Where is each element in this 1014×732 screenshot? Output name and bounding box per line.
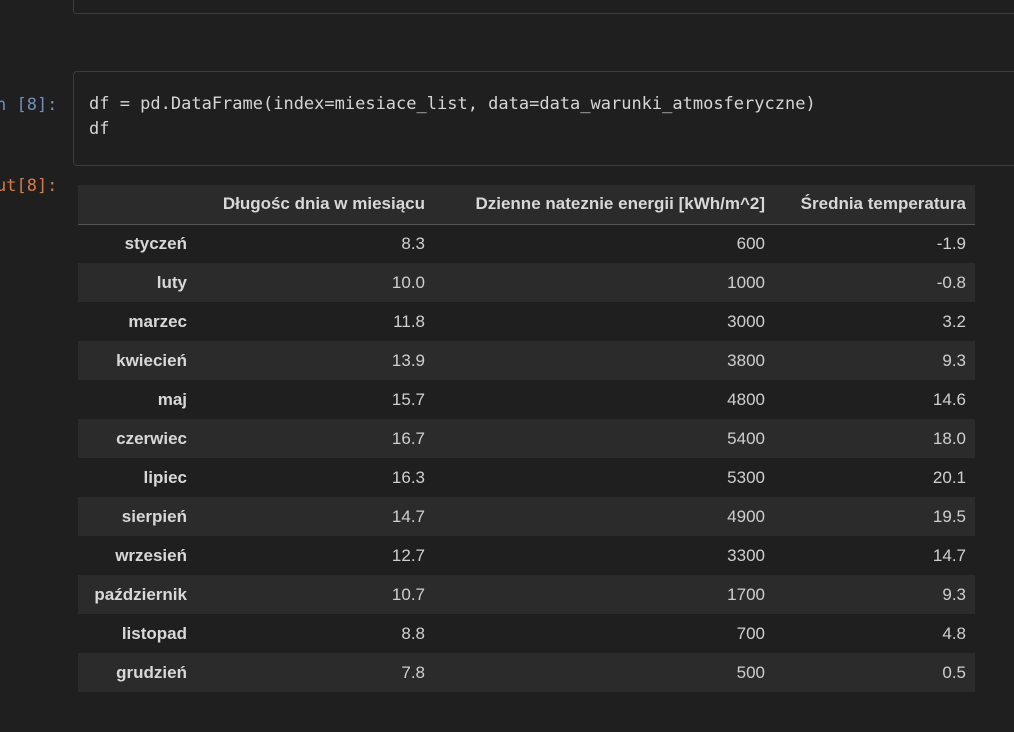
table-header-row: Długośc dnia w miesiącu Dzienne nateznie… xyxy=(78,185,975,225)
column-header: Długośc dnia w miesiącu xyxy=(196,185,434,225)
table-row: lipiec 16.3 5300 20.1 xyxy=(78,458,975,497)
code-line-2[interactable]: df xyxy=(89,119,109,139)
table-cell: 10.0 xyxy=(391,272,425,292)
table-cell: 5400 xyxy=(727,428,765,448)
row-index-label: luty xyxy=(156,272,187,292)
table-cell: 5300 xyxy=(727,467,765,487)
dataframe-table: Długośc dnia w miesiącu Dzienne nateznie… xyxy=(78,185,975,692)
table-row: czerwiec 16.7 5400 18.0 xyxy=(78,419,975,458)
table-cell: 10.7 xyxy=(391,584,425,604)
table-cell: 14.7 xyxy=(932,545,966,565)
table-cell: 3800 xyxy=(727,350,765,370)
row-index-label: wrzesień xyxy=(115,545,187,565)
table-cell: 13.9 xyxy=(391,350,425,370)
table-cell: 4800 xyxy=(727,389,765,409)
table-cell: 600 xyxy=(736,233,765,253)
table-cell: 12.7 xyxy=(391,545,425,565)
table-cell: 20.1 xyxy=(932,467,966,487)
table-cell: 16.7 xyxy=(391,428,425,448)
index-header xyxy=(78,185,196,225)
table-cell: -0.8 xyxy=(936,272,966,292)
table-body: styczeń 8.3 600 -1.9 luty 10.0 1000 -0.8 marzec 1… xyxy=(78,224,975,692)
table-row: październik 10.7 1700 9.3 xyxy=(78,575,975,614)
row-index-label: sierpień xyxy=(121,506,187,526)
table-cell: 4900 xyxy=(727,506,765,526)
table-row: grudzień 7.8 500 0.5 xyxy=(78,653,975,692)
row-index-label: marzec xyxy=(128,311,187,331)
notebook-page: n [8]: df = pd.DataFrame(index=miesiace_… xyxy=(0,0,1014,732)
table-row: sierpień 14.7 4900 19.5 xyxy=(78,497,975,536)
table-row: listopad 8.8 700 4.8 xyxy=(78,614,975,653)
table-cell: 18.0 xyxy=(932,428,966,448)
table-cell: 3300 xyxy=(727,545,765,565)
table-cell: 16.3 xyxy=(391,467,425,487)
table-cell: 4.8 xyxy=(942,623,966,643)
table-row: marzec 11.8 3000 3.2 xyxy=(78,302,975,341)
code-cell-editor[interactable]: df = pd.DataFrame(index=miesiace_list, d… xyxy=(73,71,1014,166)
input-prompt: n [8]: xyxy=(0,95,58,115)
table-cell: 1700 xyxy=(727,584,765,604)
row-index-label: październik xyxy=(94,584,187,604)
row-index-label: maj xyxy=(157,389,187,409)
table-cell: 8.8 xyxy=(401,623,425,643)
table-cell: 1000 xyxy=(727,272,765,292)
table-cell: -1.9 xyxy=(936,233,966,253)
column-header: Średnia temperatura xyxy=(774,185,975,225)
table-row: styczeń 8.3 600 -1.9 xyxy=(78,224,975,263)
row-index-label: czerwiec xyxy=(116,428,187,448)
output-prompt: ut[8]: xyxy=(0,176,58,196)
table-cell: 0.5 xyxy=(942,662,966,682)
row-index-label: kwiecień xyxy=(116,350,187,370)
row-index-label: lipiec xyxy=(143,467,187,487)
row-index-label: listopad xyxy=(121,623,187,643)
table-row: kwiecień 13.9 3800 9.3 xyxy=(78,341,975,380)
table-cell: 7.8 xyxy=(401,662,425,682)
table-row: wrzesień 12.7 3300 14.7 xyxy=(78,536,975,575)
table-cell: 500 xyxy=(736,662,765,682)
previous-code-cell[interactable] xyxy=(73,0,1014,14)
table-cell: 14.6 xyxy=(932,389,966,409)
table-cell: 700 xyxy=(736,623,765,643)
row-index-label: grudzień xyxy=(116,662,187,682)
column-header: Dzienne nateznie energii [kWh/m^2] xyxy=(434,185,774,225)
table-cell: 11.8 xyxy=(393,311,425,331)
table-cell: 9.3 xyxy=(942,350,966,370)
row-index-label: styczeń xyxy=(124,233,187,253)
table-row: luty 10.0 1000 -0.8 xyxy=(78,263,975,302)
table-row: maj 15.7 4800 14.6 xyxy=(78,380,975,419)
table-cell: 3.2 xyxy=(942,311,966,331)
table-cell: 14.7 xyxy=(391,506,425,526)
table-cell: 8.3 xyxy=(401,233,425,253)
table-cell: 19.5 xyxy=(932,506,966,526)
table-cell: 15.7 xyxy=(391,389,425,409)
table-cell: 3000 xyxy=(727,311,765,331)
table-cell: 9.3 xyxy=(942,584,966,604)
code-line-1[interactable]: df = pd.DataFrame(index=miesiace_list, d… xyxy=(89,94,816,114)
